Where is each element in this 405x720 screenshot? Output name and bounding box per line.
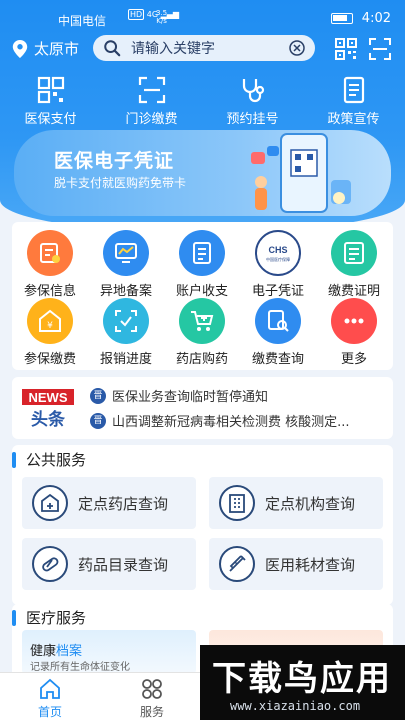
quick-action-policy[interactable]: 政策宣传: [303, 76, 404, 127]
news-bullet-icon: 晋: [90, 412, 106, 429]
service-consumables-query[interactable]: 医用耗材查询: [209, 538, 383, 590]
grid-item-payment-certificate[interactable]: 缴费证明: [316, 230, 392, 299]
clock: 4:02: [361, 11, 391, 26]
search-doc-icon: [255, 298, 301, 344]
document-icon: [343, 76, 364, 104]
account-icon: [179, 230, 225, 276]
certificate-icon: [331, 230, 377, 276]
svg-text:中国医疗保障: 中国医疗保障: [266, 256, 290, 262]
stethoscope-icon: [242, 79, 264, 103]
health-record-desc: 记录所有生命体征变化: [30, 662, 130, 673]
home-icon: [40, 678, 60, 699]
remote-filing-icon: [103, 230, 149, 276]
grid-item-remote-filing[interactable]: 异地备案: [88, 230, 164, 299]
search-input[interactable]: 请输入关键字: [131, 38, 289, 58]
banner-title: 医保电子凭证: [54, 150, 175, 172]
services-icon: [142, 679, 162, 699]
news-panel: NEWS 头条 晋医保业务查询临时暂停通知 晋山西调整新冠病毒相关检测费 核酸测…: [12, 377, 393, 439]
grid-item-more[interactable]: 更多: [316, 298, 392, 367]
network-speed: 3.5 K/s: [156, 9, 168, 25]
search-icon: [104, 40, 121, 57]
section-title-public: 公共服务: [12, 449, 86, 470]
news-item[interactable]: 晋山西调整新冠病毒相关检测费 核酸测定...: [90, 411, 350, 430]
health-record-title: 健康档案: [30, 644, 83, 659]
watermark: 下载鸟应用 www.xiazainiao.com: [200, 645, 405, 720]
pharmacy-icon: [32, 485, 68, 521]
e-voucher-banner[interactable]: 医保电子凭证 脱卡支付就医购药免带卡: [14, 130, 391, 216]
grid-item-payment-query[interactable]: 缴费查询: [240, 298, 316, 367]
scan-icon[interactable]: [368, 37, 392, 61]
payment-icon: ¥: [27, 298, 73, 344]
carrier-name: 中国电信: [58, 14, 107, 28]
location-selector[interactable]: 太原市: [12, 38, 79, 59]
hospital-building-icon: [219, 485, 255, 521]
tab-services[interactable]: 服务: [122, 677, 182, 720]
grid-item-insurance-payment[interactable]: ¥ 参保缴费: [12, 298, 88, 367]
battery-icon: [331, 13, 353, 24]
cart-icon: [179, 298, 225, 344]
more-icon: [331, 298, 377, 344]
phone-illustration-icon: [251, 133, 351, 213]
news-item[interactable]: 晋医保业务查询临时暂停通知: [90, 386, 268, 405]
tab-home[interactable]: 首页: [20, 677, 80, 720]
scan-icon: [138, 76, 165, 104]
city-label: 太原市: [34, 40, 80, 58]
grid-item-account[interactable]: 账户收支: [164, 230, 240, 299]
status-bar: 中国电信 HD 4G ▂▄▆ 3.5 K/s 4:02: [0, 0, 405, 36]
insurance-info-icon: [27, 230, 73, 276]
svg-text:NEWS: NEWS: [29, 390, 68, 405]
service-institution-query[interactable]: 定点机构查询: [209, 477, 383, 529]
news-logo-icon: NEWS 头条: [22, 389, 74, 430]
quick-action-appointment[interactable]: 预约挂号: [202, 76, 303, 127]
grid-item-reimbursement-progress[interactable]: 报销进度: [88, 298, 164, 367]
watermark-url: www.xiazainiao.com: [230, 699, 361, 713]
quick-action-outpatient-fee[interactable]: 门诊缴费: [101, 76, 202, 127]
quick-actions: 医保支付 门诊缴费 预约挂号 政策宣传: [0, 76, 405, 127]
grid-item-e-voucher[interactable]: CHS 中国医疗保障 电子凭证: [240, 230, 316, 299]
progress-icon: [103, 298, 149, 344]
svg-text:CHS: CHS: [268, 245, 287, 255]
chs-logo-icon: CHS 中国医疗保障: [255, 230, 301, 276]
grid-item-insurance-info[interactable]: 参保信息: [12, 230, 88, 299]
syringe-icon: [219, 546, 255, 582]
banner-subtitle: 脱卡支付就医购药免带卡: [54, 176, 187, 190]
location-pin-icon: [12, 39, 28, 58]
qr-code-icon[interactable]: [334, 37, 358, 61]
watermark-text: 下载鸟应用: [212, 659, 392, 699]
clear-icon[interactable]: [289, 40, 305, 56]
svg-text:¥: ¥: [47, 321, 53, 331]
service-pharmacy-query[interactable]: 定点药店查询: [22, 477, 196, 529]
quick-action-medical-payment[interactable]: 医保支付: [0, 76, 101, 127]
health-record-card[interactable]: 健康档案 记录所有生命体征变化: [22, 630, 196, 674]
search-bar[interactable]: 请输入关键字: [93, 35, 315, 61]
grid-item-pharmacy-purchase[interactable]: 药店购药: [164, 298, 240, 367]
pill-icon: [32, 546, 68, 582]
network-indicator: HD 4G ▂▄▆: [128, 9, 180, 20]
news-bullet-icon: 晋: [90, 387, 106, 404]
qr-code-icon: [37, 76, 64, 104]
service-drug-catalog[interactable]: 药品目录查询: [22, 538, 196, 590]
service-grid: 参保信息 异地备案 账户收支 CHS 中国医疗保障 电子凭证 缴费证明 ¥ 参保缴…: [12, 222, 393, 370]
section-title-medical: 医疗服务: [12, 607, 86, 628]
svg-text:头条: 头条: [31, 409, 66, 430]
